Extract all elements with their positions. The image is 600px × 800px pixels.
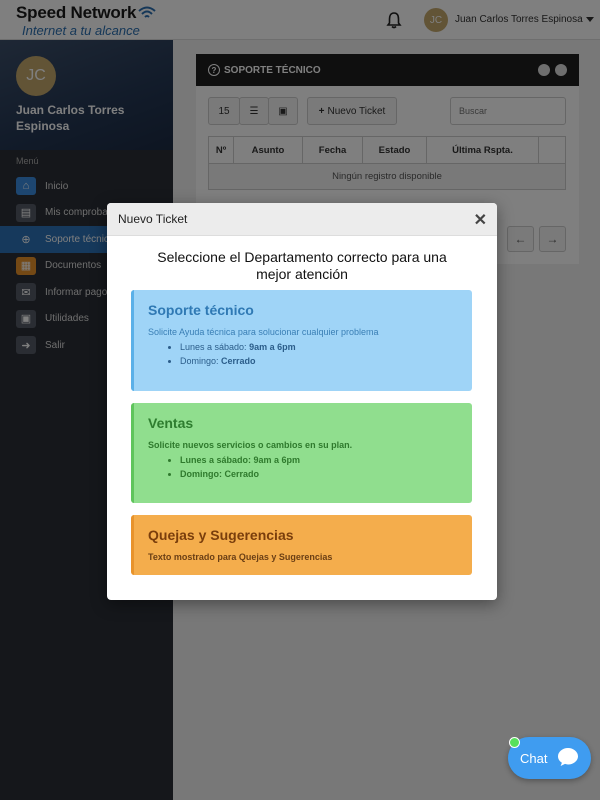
modal-header-title: Nuevo Ticket xyxy=(118,212,188,226)
department-ventas[interactable]: Ventas Solicite nuevos servicios o cambi… xyxy=(131,403,472,503)
department-name: Soporte técnico xyxy=(148,302,254,318)
close-icon[interactable]: ✕ xyxy=(474,210,487,230)
department-quejas-sugerencias[interactable]: Quejas y Sugerencias Texto mostrado para… xyxy=(131,515,472,575)
schedule-item: Lunes a sábado: 9am a 6pm xyxy=(180,340,458,354)
schedule-item: Domingo: Cerrado xyxy=(180,467,458,481)
department-name: Ventas xyxy=(148,415,194,431)
schedule-item: Domingo: Cerrado xyxy=(180,354,458,368)
department-description: Solicite Ayuda técnica para solucionar c… xyxy=(148,327,379,337)
chat-button[interactable]: Chat xyxy=(508,737,591,779)
department-description: Texto mostrado para Quejas y Sugerencias xyxy=(148,552,333,562)
schedule-item: Lunes a sábado: 9am a 6pm xyxy=(180,453,458,467)
department-schedule: Lunes a sábado: 9am a 6pm Domingo: Cerra… xyxy=(148,453,458,481)
modal-title: Seleccione el Departamento correcto para… xyxy=(157,249,447,282)
online-status-dot xyxy=(509,737,520,748)
department-description: Solicite nuevos servicios o cambios en s… xyxy=(148,440,353,450)
department-soporte-tecnico[interactable]: Soporte técnico Solicite Ayuda técnica p… xyxy=(131,290,472,391)
department-name: Quejas y Sugerencias xyxy=(148,527,294,543)
chat-bubble-icon xyxy=(558,748,578,766)
new-ticket-modal: Nuevo Ticket ✕ Seleccione el Departament… xyxy=(107,203,497,600)
modal-header: Nuevo Ticket ✕ xyxy=(107,203,497,236)
chat-label: Chat xyxy=(520,750,548,766)
department-schedule: Lunes a sábado: 9am a 6pm Domingo: Cerra… xyxy=(148,340,458,368)
